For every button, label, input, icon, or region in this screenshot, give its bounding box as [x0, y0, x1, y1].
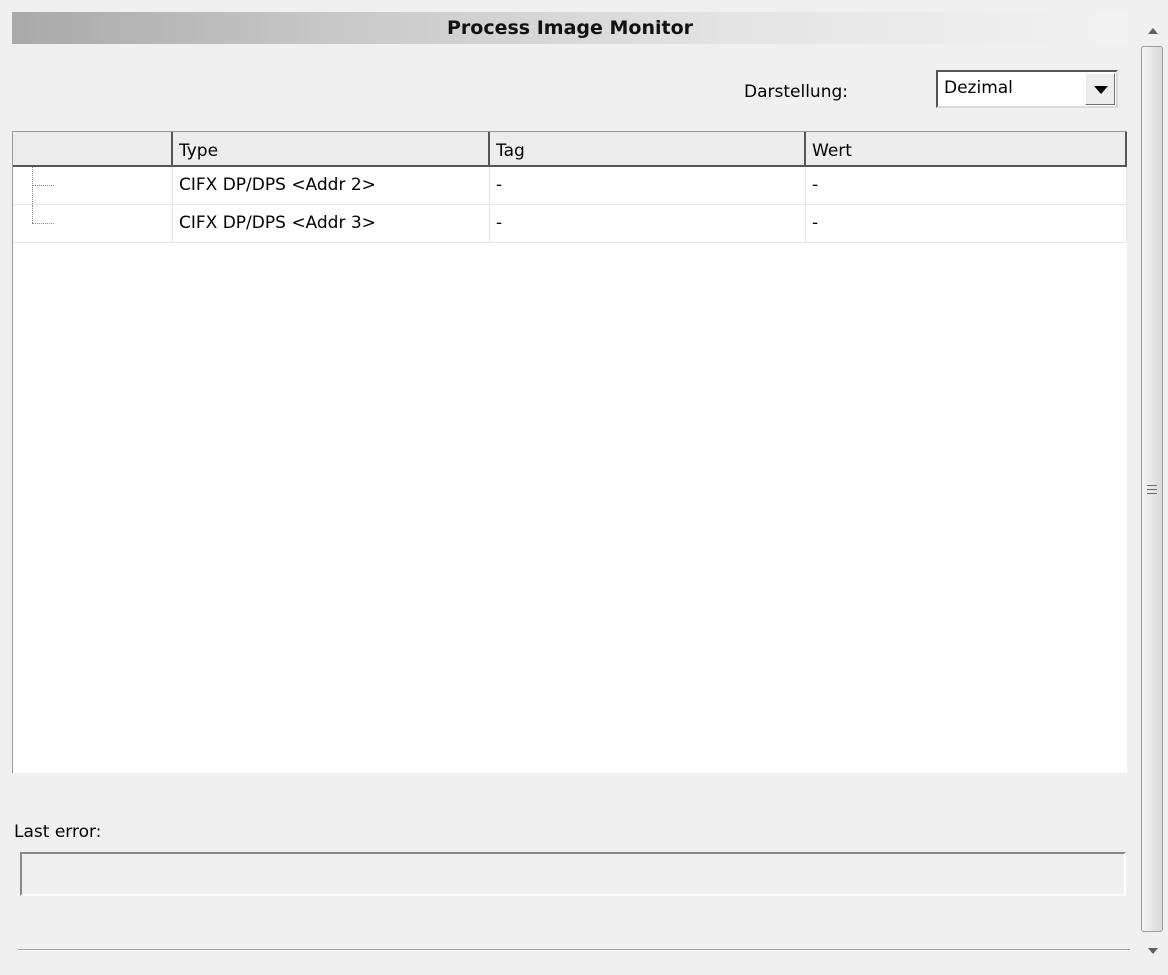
scroll-up-button[interactable]: [1138, 0, 1168, 40]
process-image-monitor-panel: Process Image Monitor Darstellung: Dezim…: [0, 0, 1138, 975]
cell-type: CIFX DP/DPS <Addr 2>: [173, 167, 490, 204]
arrow-up-icon: [1148, 28, 1158, 34]
chevron-down-icon: [1094, 86, 1108, 94]
display-format-label: Darstellung:: [744, 82, 848, 102]
vertical-scrollbar[interactable]: [1138, 0, 1168, 975]
panel-title: Process Image Monitor: [12, 12, 1128, 44]
divider: [18, 949, 1130, 951]
arrow-down-icon: [1148, 948, 1158, 954]
tree-connector-icon: [13, 205, 57, 242]
table-row[interactable]: CIFX DP/DPS <Addr 2> - -: [13, 167, 1127, 205]
last-error-field: [20, 852, 1126, 896]
cell-tag: -: [490, 167, 806, 204]
column-header-wert[interactable]: Wert: [806, 132, 1127, 165]
display-format-value: Dezimal: [944, 78, 1013, 98]
tree-cell: [57, 167, 173, 204]
tree-cell: [57, 205, 173, 242]
display-format-select[interactable]: Dezimal: [936, 70, 1118, 108]
cell-wert: -: [806, 205, 1127, 242]
column-header-tag[interactable]: Tag: [490, 132, 806, 165]
cell-type: CIFX DP/DPS <Addr 3>: [173, 205, 490, 242]
last-error-label: Last error:: [14, 822, 102, 842]
dropdown-button[interactable]: [1085, 73, 1115, 105]
table-header: Type Tag Wert: [13, 132, 1127, 167]
scroll-down-button[interactable]: [1138, 935, 1168, 975]
column-header-tree[interactable]: [13, 132, 173, 165]
process-image-table: Type Tag Wert CIFX DP/DPS <Addr 2> - - C…: [12, 131, 1127, 773]
cell-wert: -: [806, 167, 1127, 204]
column-header-type[interactable]: Type: [173, 132, 490, 165]
cell-tag: -: [490, 205, 806, 242]
scrollbar-thumb[interactable]: [1141, 46, 1163, 932]
tree-connector-icon: [13, 167, 57, 204]
table-row[interactable]: CIFX DP/DPS <Addr 3> - -: [13, 205, 1127, 243]
